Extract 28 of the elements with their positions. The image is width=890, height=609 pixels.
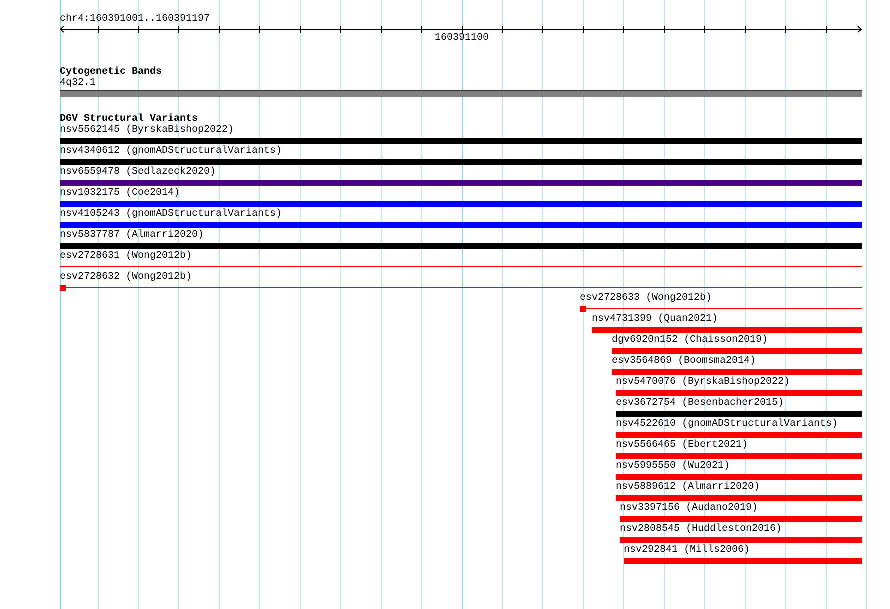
feature-label: esv3564869 (Boomsma2014)	[612, 356, 756, 368]
feature-label: dgv6920n152 (Chaisson2019)	[612, 335, 768, 347]
feature-label: nsv2808545 (Huddleston2016)	[620, 524, 782, 536]
location-label: chr4:160391001..160391197	[60, 14, 210, 26]
feature-label: esv2728633 (Wong2012b)	[580, 293, 712, 305]
feature-label: nsv5566465 (Ebert2021)	[616, 440, 748, 452]
feature-label: esv3672754 (Besenbacher2015)	[616, 398, 784, 410]
feature-label: nsv4340612 (gnomADStructuralVariants)	[60, 146, 282, 158]
feature-label: nsv3397156 (Audano2019)	[620, 503, 758, 515]
feature-label: nsv4731399 (Quan2021)	[592, 314, 718, 326]
feature-label: esv2728632 (Wong2012b)	[60, 272, 192, 284]
feature-label: nsv5837787 (Almarri2020)	[60, 230, 204, 242]
feature-label: nsv5995550 (Wu2021)	[616, 461, 730, 473]
track-title: Cytogenetic Bands	[60, 67, 162, 78]
band-label: 4q32.1	[60, 78, 96, 90]
feature-label: nsv5470076 (ByrskaBishop2022)	[616, 377, 790, 389]
feature-label: nsv4105243 (gnomADStructuralVariants)	[60, 209, 282, 221]
feature-label: esv2728631 (Wong2012b)	[60, 251, 192, 263]
feature-label: nsv292841 (Mills2006)	[624, 545, 750, 557]
feature-start-marker	[580, 306, 586, 312]
feature-label: nsv5562145 (ByrskaBishop2022)	[60, 125, 234, 137]
tick-label: 160391100	[434, 33, 490, 45]
feature-label: nsv1032175 (Coe2014)	[60, 188, 180, 200]
feature-label: nsv6559478 (Sedlazeck2020)	[60, 167, 216, 179]
track-title: DGV Structural Variants	[60, 114, 198, 125]
feature-label: nsv5889612 (Almarri2020)	[616, 482, 760, 494]
feature-label: nsv4522610 (gnomADStructuralVariants)	[616, 419, 838, 431]
feature-start-marker	[60, 285, 66, 291]
